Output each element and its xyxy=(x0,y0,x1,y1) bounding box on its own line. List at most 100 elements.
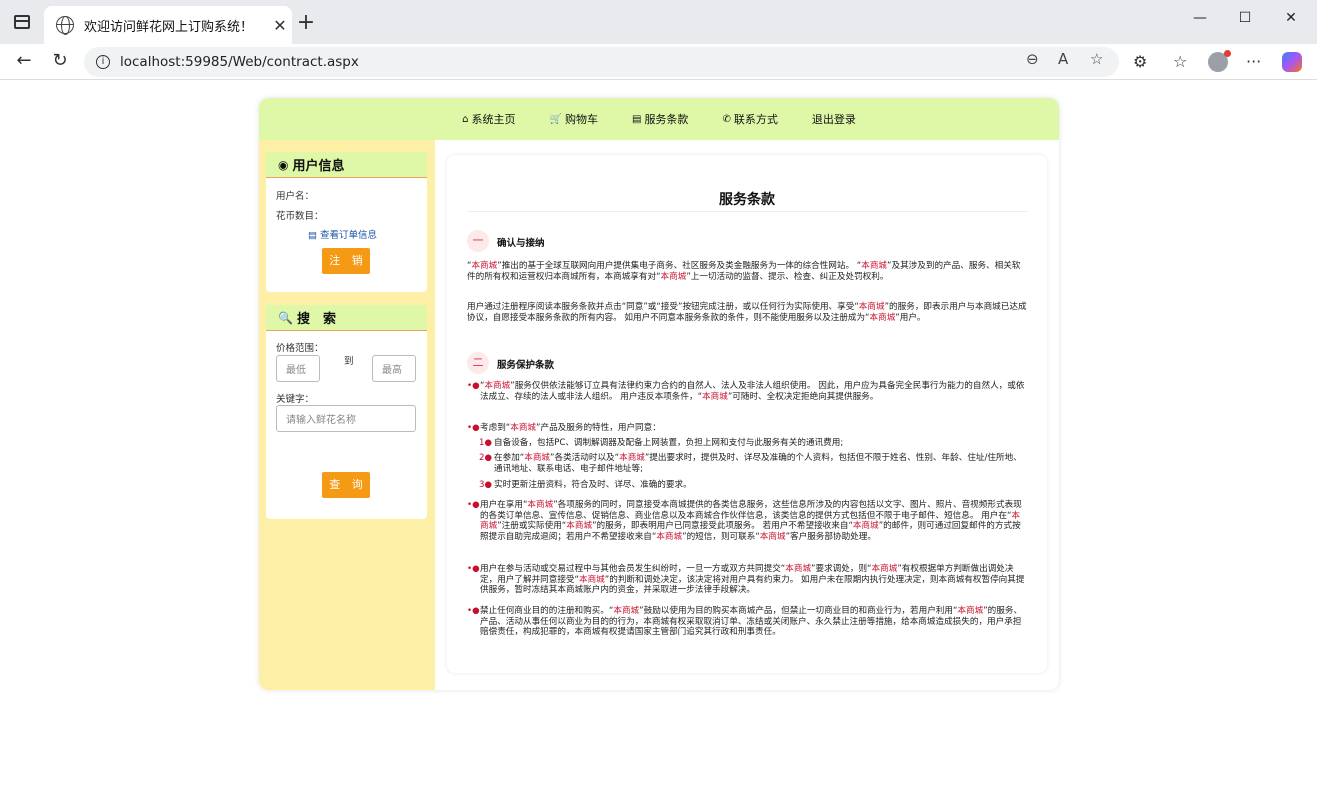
user-info-panel: ◉ 用户信息 用户名： 花币数目： ▤ 查看订单信息 注 销 xyxy=(266,152,427,292)
new-tab-button[interactable]: + xyxy=(294,10,318,35)
home-icon: ⌂ xyxy=(462,113,469,125)
sub-number: 2● xyxy=(479,453,492,463)
to-label: 到 xyxy=(344,356,354,367)
coins-label: 花币数目： xyxy=(276,211,324,222)
min-price-input[interactable]: 最低 xyxy=(276,355,320,382)
search-header: 🔍 搜 索 xyxy=(266,305,427,331)
brand-highlight: 本商城 xyxy=(869,312,896,323)
tab-title: 欢迎访问鲜花网上订购系统！ xyxy=(84,19,254,35)
back-icon[interactable]: ← xyxy=(10,50,38,71)
brand-highlight: 本商城 xyxy=(619,453,645,463)
search-icon: 🔍 xyxy=(278,310,293,325)
title-divider xyxy=(467,211,1027,212)
nav-home[interactable]: ⌂ 系统主页 xyxy=(462,111,515,127)
zoom-icon[interactable]: ⊖ xyxy=(1026,50,1039,68)
brand-highlight: 本商城 xyxy=(861,261,888,271)
nav-cart[interactable]: 🛒 购物车 xyxy=(550,111,598,127)
bullet-icon: •● xyxy=(467,381,480,391)
brand-highlight: 本商城 xyxy=(702,391,728,402)
favorite-star-icon[interactable]: ☆ xyxy=(1090,50,1103,68)
brand-highlight: 本商城 xyxy=(759,531,786,542)
refresh-icon[interactable]: ↻ xyxy=(46,50,74,71)
brand-highlight: 本商城 xyxy=(660,271,687,282)
close-window-icon[interactable]: ✕ xyxy=(1268,10,1314,26)
view-orders-link[interactable]: ▤ 查看订单信息 xyxy=(308,227,377,241)
search-panel: 🔍 搜 索 价格范围： 最低 到 最高 关键字： 请输入鲜花名称 查 询 xyxy=(266,305,427,519)
brand-highlight: 本商城 xyxy=(578,574,605,585)
bullet-icon: •● xyxy=(467,423,480,433)
keyword-input[interactable]: 请输入鲜花名称 xyxy=(276,405,416,432)
sub-list-item: 1● 自备设备，包括PC、调制解调器及配备上网装置，负担上网和支付与此服务有关的通… xyxy=(479,438,844,448)
url-field[interactable]: i localhost:59985/Web/contract.aspx xyxy=(84,47,1119,77)
brand-highlight: 本商城 xyxy=(484,381,511,391)
keyword-label: 关键字： xyxy=(276,394,315,405)
terms-card: 服务条款 一 确认与接纳 “本商城”推出的基于全球互联网向用户提供集电子商务、社… xyxy=(447,155,1047,673)
brand-highlight: 本商城 xyxy=(957,606,984,616)
maximize-icon[interactable]: ☐ xyxy=(1222,10,1268,26)
section-number: 二 xyxy=(467,352,489,374)
page-title: 服务条款 xyxy=(719,192,775,208)
section-title: 服务保护条款 xyxy=(497,360,555,371)
browser-tab[interactable]: 欢迎访问鲜花网上订购系统！ ✕ xyxy=(44,6,292,44)
copilot-icon[interactable] xyxy=(1282,52,1302,72)
cart-icon: 🛒 xyxy=(549,113,562,125)
brand-highlight: 本商城 xyxy=(785,564,812,574)
close-tab-icon[interactable]: ✕ xyxy=(268,16,292,35)
price-range-label: 价格范围： xyxy=(276,343,324,354)
bullet-icon: •● xyxy=(467,606,480,616)
nav-terms[interactable]: ▤ 服务条款 xyxy=(632,111,688,127)
site-container: ⌂ 系统主页 🛒 购物车 ▤ 服务条款 ✆ 联系方式 退出登录 ◉ 用户信息 用户名： … xyxy=(259,98,1059,690)
info-icon[interactable]: i xyxy=(96,55,110,69)
phone-icon: ✆ xyxy=(722,113,731,125)
sub-number: 3● xyxy=(479,480,492,490)
bullet-icon: •● xyxy=(467,564,480,574)
brand-highlight: 本商城 xyxy=(510,423,537,433)
logout-button[interactable]: 注 销 xyxy=(322,248,370,274)
sub-list-item: 3● 实时更新注册资料，符合及时、详尽、准确的要求。 xyxy=(479,480,692,490)
minimize-icon[interactable]: — xyxy=(1177,10,1223,26)
read-aloud-icon[interactable]: A xyxy=(1058,50,1068,68)
sub-list-item: 2● 在参加“本商城”各类活动时以及“本商城”提出要求时，提供及时、详尽及准确的个… xyxy=(479,453,1022,474)
paragraph-2: 用户通过注册程序阅读本服务条款并点击“同意”或“接受”按钮完成注册，或以任何行为… xyxy=(467,302,1027,323)
list-icon: ▤ xyxy=(308,230,320,241)
extensions-icon[interactable]: ⚙ xyxy=(1133,52,1147,71)
brand-highlight: 本商城 xyxy=(613,606,640,616)
list-item: •● 禁止任何商业目的的注册和购买。“本商城”鼓励以使用为目的购买本商城产品，但禁… xyxy=(467,606,1023,637)
more-menu-icon[interactable]: ··· xyxy=(1246,52,1261,71)
paragraph-1: “本商城”推出的基于全球互联网向用户提供集电子商务、社区服务及类金融服务为一体的… xyxy=(467,261,1021,282)
brand-highlight: 本商城 xyxy=(527,500,554,510)
search-button[interactable]: 查 询 xyxy=(322,472,370,498)
page-viewport: ⌂ 系统主页 🛒 购物车 ▤ 服务条款 ✆ 联系方式 退出登录 ◉ 用户信息 用户名： … xyxy=(8,80,1309,796)
tab-actions-icon[interactable] xyxy=(14,15,30,29)
top-nav: ⌂ 系统主页 🛒 购物车 ▤ 服务条款 ✆ 联系方式 退出登录 xyxy=(259,98,1059,140)
list-item: •● 用户在参与活动或交易过程中与其他会员发生纠纷时，一旦一方或双方共同提交“本商… xyxy=(467,564,1025,595)
brand-highlight: 本商城 xyxy=(656,531,683,542)
address-bar: ← ↻ i localhost:59985/Web/contract.aspx … xyxy=(0,44,1317,80)
brand-highlight: 本商城 xyxy=(524,453,551,463)
max-price-input[interactable]: 最高 xyxy=(372,355,416,382)
url-text: localhost:59985/Web/contract.aspx xyxy=(120,54,359,70)
sidebar: ◉ 用户信息 用户名： 花币数目： ▤ 查看订单信息 注 销 🔍 搜 索 价格范… xyxy=(259,140,435,690)
favorites-icon[interactable]: ☆ xyxy=(1173,52,1187,71)
username-label: 用户名： xyxy=(276,191,315,202)
list-item: •● 考虑到“本商城”产品及服务的特性，用户同意： xyxy=(467,423,661,433)
list-item: •● 用户在享用“本商城”各项服务的同时，同意接受本商城提供的各类信息服务，这些信… xyxy=(467,500,1022,542)
sub-number: 1● xyxy=(479,438,492,448)
brand-highlight: 本商城 xyxy=(566,521,593,531)
nav-logout[interactable]: 退出登录 xyxy=(812,111,856,127)
user-icon: ◉ xyxy=(278,157,289,172)
brand-highlight: 本商城 xyxy=(871,564,898,574)
globe-icon xyxy=(56,16,74,35)
section-title: 确认与接纳 xyxy=(497,238,545,249)
brand-highlight: 本商城 xyxy=(858,302,885,312)
section-number: 一 xyxy=(467,230,489,252)
bullet-icon: •● xyxy=(467,500,480,510)
brand-highlight: 本商城 xyxy=(471,261,498,271)
list-item: •● “本商城”服务仅供依法能够订立具有法律约束力合约的自然人、法人及非法人组织使… xyxy=(467,381,1025,402)
document-icon: ▤ xyxy=(631,113,642,125)
brand-highlight: 本商城 xyxy=(852,521,879,531)
user-info-header: ◉ 用户信息 xyxy=(266,152,427,178)
nav-contact[interactable]: ✆ 联系方式 xyxy=(722,111,777,127)
browser-tab-bar: 欢迎访问鲜花网上订购系统！ ✕ + — ☐ ✕ xyxy=(0,0,1317,44)
profile-avatar[interactable] xyxy=(1208,50,1231,72)
